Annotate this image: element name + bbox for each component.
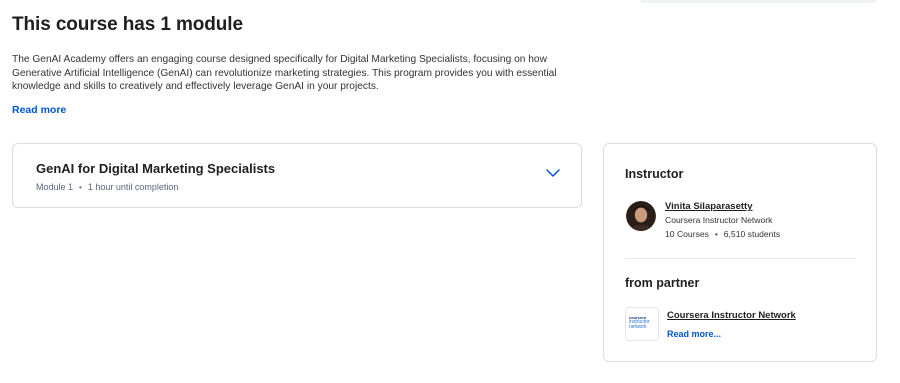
module-title: GenAI for Digital Marketing Specialists: [36, 161, 276, 176]
instructor-name-link[interactable]: Vinita Silaparasetty: [665, 201, 752, 212]
partner-logo[interactable]: coursera instructor network: [625, 307, 659, 341]
partner-name-link[interactable]: Coursera Instructor Network: [667, 310, 796, 321]
instructor-students: 6,510 students: [723, 229, 781, 239]
partner-read-more-link[interactable]: Read more...: [667, 329, 721, 339]
module-number: Module 1: [36, 182, 74, 192]
top-panel-edge: [640, 0, 876, 3]
chevron-down-icon[interactable]: [545, 167, 561, 179]
stats-separator: •: [714, 229, 718, 239]
partner-logo-text: network: [629, 324, 647, 330]
instructor-avatar: [626, 201, 656, 231]
course-description: The GenAI Academy offers an engaging cou…: [12, 54, 557, 93]
instructor-organization: Coursera Instructor Network: [665, 215, 773, 225]
instructor-partner-panel: Instructor Vinita Silaparasetty Coursera…: [603, 143, 877, 362]
instructor-stats: 10 Courses • 6,510 students: [665, 229, 780, 239]
panel-divider: [625, 258, 856, 259]
module-meta: Module 1 • 1 hour until completion: [36, 182, 178, 192]
instructor-heading: Instructor: [625, 167, 684, 181]
module-accordion[interactable]: GenAI for Digital Marketing Specialists …: [12, 143, 582, 208]
read-more-link[interactable]: Read more: [12, 104, 66, 116]
partner-heading: from partner: [625, 276, 700, 290]
instructor-courses: 10 Courses: [665, 229, 709, 239]
meta-separator: •: [79, 182, 82, 192]
page-title: This course has 1 module: [12, 14, 243, 35]
module-duration: 1 hour until completion: [87, 182, 179, 192]
